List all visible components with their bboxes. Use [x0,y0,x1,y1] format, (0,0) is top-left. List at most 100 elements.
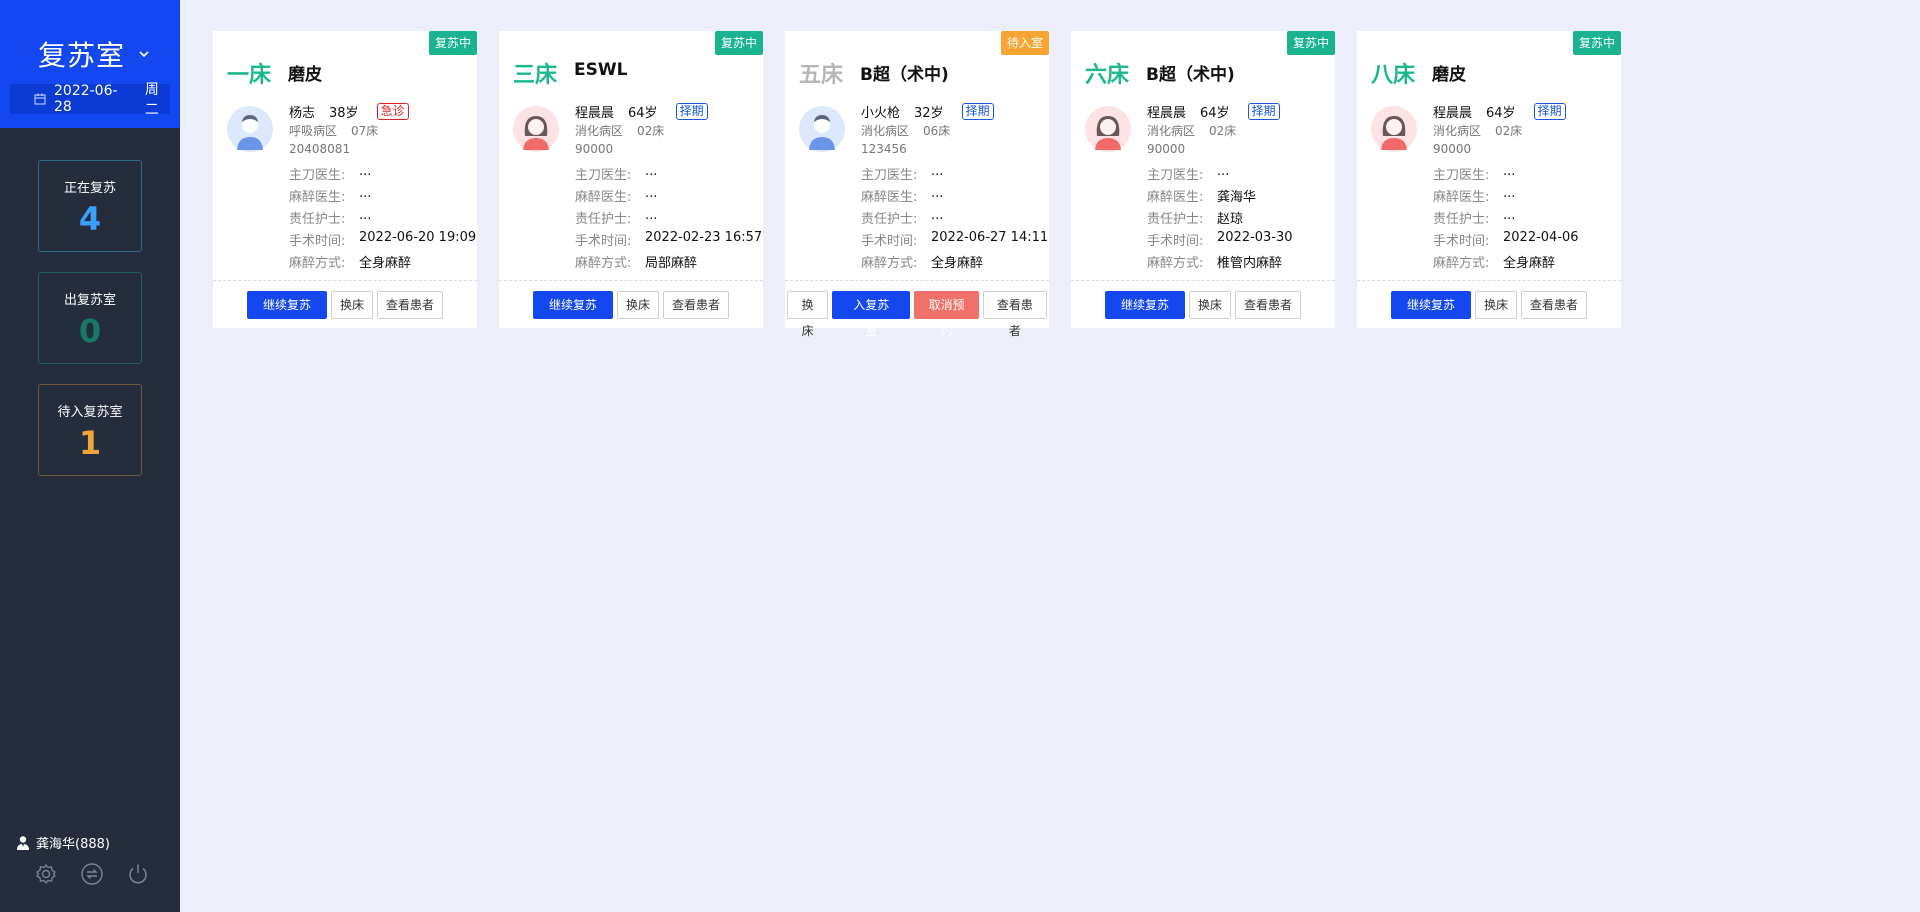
bed-label: 一床 [227,63,272,88]
bed-card[interactable]: 复苏中 六床 B超（术中) 程晨晨 64岁 择期 消化病区 02床 90000 主刀医生:... 麻… [1071,31,1335,328]
stat-discharged[interactable]: 出复苏室 0 [38,272,142,364]
stat-label: 待入复苏室 [57,405,123,420]
patient-avatar-male-icon [227,106,273,152]
change-bed-button[interactable]: 换床 [1474,291,1517,319]
detail-label: 责任护士: [1433,212,1490,227]
divider [213,280,477,281]
admit-recovery-button[interactable]: 入复苏室 [832,291,911,338]
patient-info: 程晨晨 64岁 择期 消化病区 02床 90000 [575,101,708,156]
bed-card[interactable]: 待入室 五床 B超（术中) 小火枪 32岁 择期 消化病区 06床 123456 主刀医生:...… [785,31,1049,338]
bed-label: 三床 [513,63,558,88]
anesthetist-value: ... [931,186,944,201]
card-actions: 继续复苏 换床 查看患者 [1357,291,1621,319]
change-bed-button[interactable]: 换床 [787,291,829,338]
change-bed-button[interactable]: 换床 [616,291,659,319]
bed-label: 八床 [1371,63,1416,88]
power-icon[interactable] [126,862,150,886]
view-patient-button[interactable]: 查看患者 [377,291,444,319]
patient-info: 程晨晨 64岁 择期 消化病区 02床 90000 [1147,101,1280,156]
view-patient-button[interactable]: 查看患者 [1521,291,1588,319]
change-bed-button[interactable]: 换床 [330,291,373,319]
detail-label: 麻醉医生: [1147,190,1204,205]
room-selector[interactable]: 复苏室 [38,34,151,74]
date-bar[interactable]: 2022-06-28 周二 [10,82,170,118]
ward: 消化病区 [1433,124,1482,138]
priority-badge: 急诊 [376,102,409,120]
sidebar-header: 复苏室 2022-06-28 周二 [0,0,180,128]
surgeon-value: ... [359,164,372,179]
weekday-text: 周二 [144,82,159,118]
detail-label: 手术时间: [575,234,632,249]
stat-value: 1 [78,424,102,462]
ward: 呼吸病区 [289,124,338,138]
stat-pending[interactable]: 待入复苏室 1 [38,384,142,476]
patient-id: 90000 [575,142,614,156]
patient-info: 程晨晨 64岁 择期 消化病区 02床 90000 [1433,101,1566,156]
divider [785,280,1049,281]
view-patient-button[interactable]: 查看患者 [663,291,730,319]
surgeon-value: ... [645,164,658,179]
switch-icon[interactable] [80,862,104,886]
cancel-reservation-button[interactable]: 取消预约 [914,291,979,338]
surgery-details: 主刀医生:... 麻醉医生: 龚海华 责任护士: 赵琼 手术时间: 2022-03-30 麻醉… [1147,164,1293,274]
patient-age: 64岁 [628,105,658,121]
patient-name: 小火枪 [861,105,901,121]
patient-age: 32岁 [914,105,944,121]
detail-label: 主刀医生: [861,168,918,183]
card-actions: 继续复苏 换床 查看患者 [213,291,477,319]
calendar-icon [34,93,46,105]
anesthesia-method-value: 局部麻醉 [645,256,698,271]
priority-badge: 择期 [1533,102,1566,120]
ward-bed-number: 07床 [351,124,379,138]
bed-label: 六床 [1085,63,1130,88]
view-patient-button[interactable]: 查看患者 [982,291,1047,338]
patient-id: 90000 [1147,142,1186,156]
ward-bed-number: 02床 [637,124,665,138]
anesthetist-value: ... [359,186,372,201]
priority-badge: 择期 [1247,102,1280,120]
anesthesia-method-value: 全身麻醉 [1503,256,1556,271]
continue-recovery-button[interactable]: 继续复苏 [532,291,613,319]
anesthetist-value: 龚海华 [1217,190,1257,205]
ward-bed-number: 02床 [1495,124,1523,138]
patient-age: 64岁 [1200,105,1230,121]
detail-label: 主刀医生: [1433,168,1490,183]
detail-label: 责任护士: [1147,212,1204,227]
chevron-down-icon [139,51,149,58]
view-patient-button[interactable]: 查看患者 [1235,291,1302,319]
surgery-name: 磨皮 [1432,65,1466,85]
bed-card[interactable]: 复苏中 八床 磨皮 程晨晨 64岁 择期 消化病区 02床 90000 主刀医生:... 麻醉医生:… [1357,31,1621,328]
continue-recovery-button[interactable]: 继续复苏 [1104,291,1185,319]
surgeon-value: ... [1217,164,1230,179]
detail-label: 手术时间: [1147,234,1204,249]
detail-label: 麻醉医生: [861,190,918,205]
gear-icon[interactable] [34,862,58,886]
continue-recovery-button[interactable]: 继续复苏 [1390,291,1471,319]
nurse-value: ... [359,208,372,223]
patient-name: 程晨晨 [1147,105,1187,121]
patient-id: 20408081 [289,142,351,156]
patient-id: 123456 [861,142,907,156]
detail-label: 麻醉方式: [289,256,346,271]
surgeon-value: ... [931,164,944,179]
continue-recovery-button[interactable]: 继续复苏 [246,291,327,319]
stat-recovering[interactable]: 正在复苏 4 [38,160,142,252]
priority-badge: 择期 [675,102,708,120]
surgeon-value: ... [1503,164,1516,179]
date-text: 2022-06-28 [54,83,118,115]
bed-card[interactable]: 复苏中 三床 ESWL 程晨晨 64岁 择期 消化病区 02床 90000 主刀医生:... 麻醉医… [499,31,763,328]
detail-label: 责任护士: [289,212,346,227]
patient-avatar-male-icon [799,106,845,152]
ward: 消化病区 [1147,124,1196,138]
patient-age: 64岁 [1486,105,1516,121]
divider [1357,280,1621,281]
detail-label: 责任护士: [861,212,918,227]
user-name: 龚海华(888) [36,837,110,852]
surgery-time-value: 2022-03-30 [1217,230,1293,245]
patient-name: 杨志 [289,105,316,121]
bed-card[interactable]: 复苏中 一床 磨皮 杨志 38岁 急诊 呼吸病区 07床 20408081 主刀医生:... 麻醉医… [213,31,477,328]
bed-label: 五床 [799,63,844,88]
patient-avatar-female-icon [1085,106,1131,152]
stat-value: 0 [78,312,102,350]
change-bed-button[interactable]: 换床 [1188,291,1231,319]
